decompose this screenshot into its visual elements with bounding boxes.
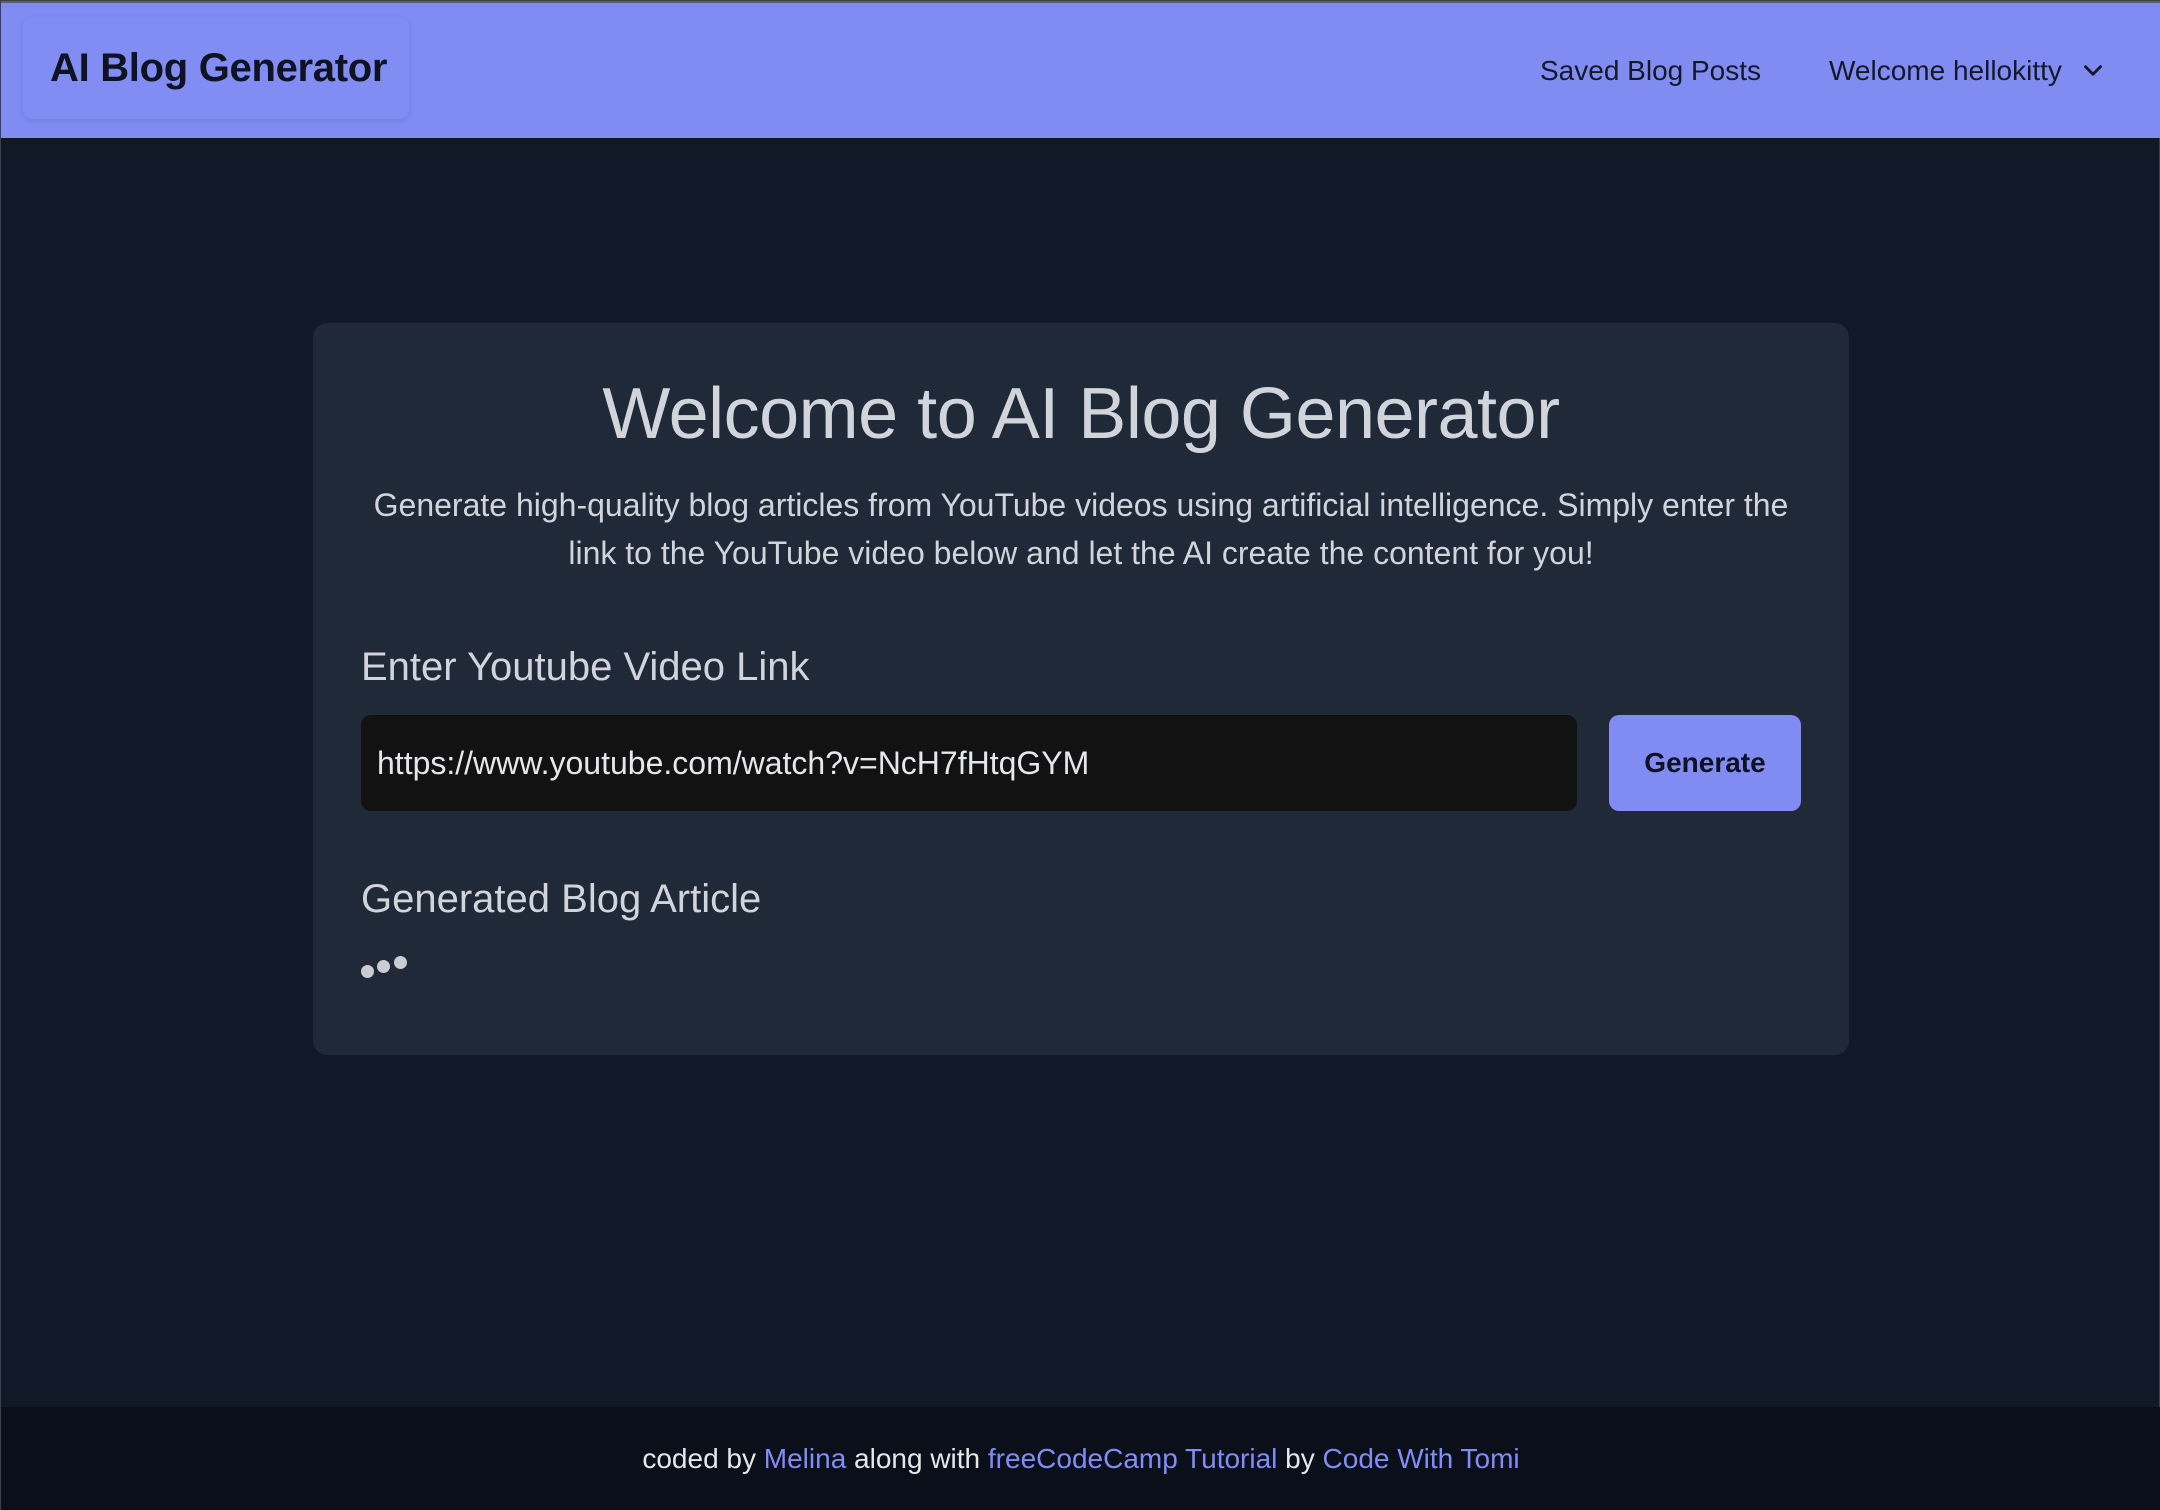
channel-link[interactable]: Code With Tomi bbox=[1323, 1443, 1520, 1475]
footer-text: by bbox=[1277, 1443, 1323, 1474]
user-menu-dropdown[interactable]: Welcome hellokitty bbox=[1829, 55, 2106, 87]
tutorial-link[interactable]: freeCodeCamp Tutorial bbox=[988, 1443, 1277, 1475]
page-title: Welcome to AI Blog Generator bbox=[602, 374, 1560, 454]
youtube-link-label: Enter Youtube Video Link bbox=[361, 645, 810, 689]
page-description: Generate high-quality blog articles from… bbox=[373, 487, 1789, 571]
navbar: AI Blog Generator Saved Blog Posts Welco… bbox=[1, 1, 2160, 138]
author-link[interactable]: Melina bbox=[764, 1443, 846, 1475]
loading-dot bbox=[394, 956, 407, 969]
saved-blog-posts-link[interactable]: Saved Blog Posts bbox=[1540, 55, 1761, 87]
brand-title: AI Blog Generator bbox=[50, 45, 388, 90]
generator-card: Welcome to AI Blog Generator Generate hi… bbox=[313, 323, 1849, 1055]
generate-button[interactable]: Generate bbox=[1609, 715, 1801, 811]
user-menu-label: Welcome hellokitty bbox=[1829, 55, 2062, 86]
brand-logo[interactable]: AI Blog Generator bbox=[23, 17, 409, 119]
youtube-link-input[interactable] bbox=[361, 715, 1577, 811]
footer: coded by Melina along with freeCodeCamp … bbox=[1, 1407, 2160, 1510]
loading-dot bbox=[361, 965, 374, 978]
footer-text: coded by bbox=[642, 1443, 764, 1474]
generated-article-label: Generated Blog Article bbox=[361, 877, 762, 921]
loading-dot bbox=[377, 960, 390, 973]
footer-text: along with bbox=[846, 1443, 988, 1474]
loading-dots-icon bbox=[361, 951, 421, 981]
chevron-down-icon bbox=[2083, 65, 2102, 76]
